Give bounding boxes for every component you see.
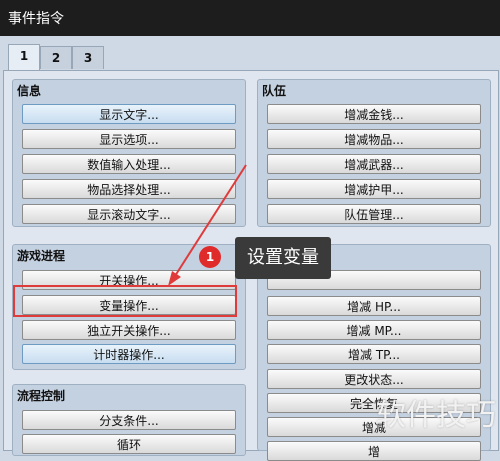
watermark: 软件技巧 <box>376 398 496 433</box>
annotation-arrow <box>168 164 247 286</box>
annotation-callout: 设置变量 <box>235 237 331 279</box>
step-badge: 1 <box>199 246 221 268</box>
